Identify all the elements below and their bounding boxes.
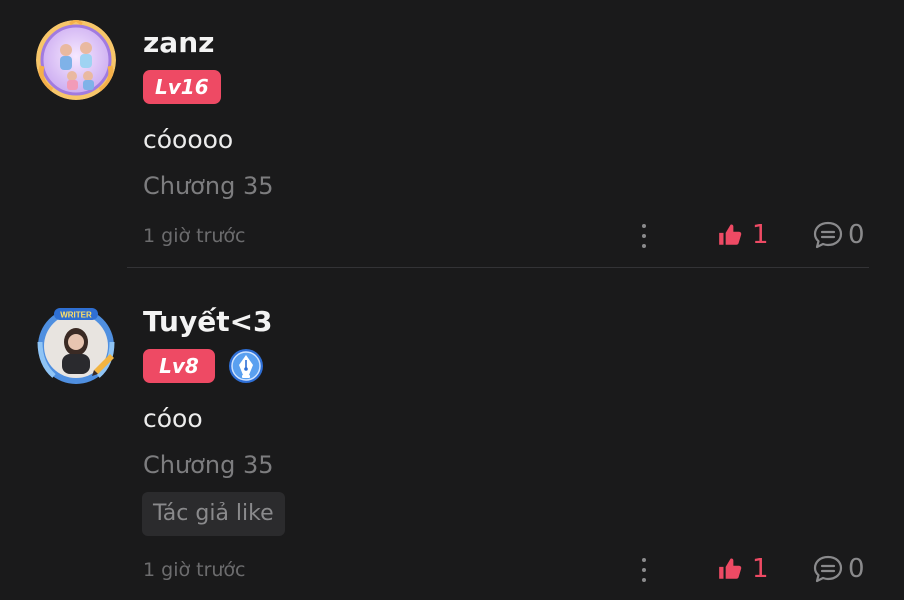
- avatar-image: WRITER: [37, 308, 115, 384]
- comment-list: zanz Lv16 cóoooo Chương 35 1 giờ trước 1…: [0, 0, 904, 600]
- author-like-badge: Tác giả like: [142, 492, 285, 536]
- username[interactable]: zanz: [143, 26, 214, 60]
- more-options-icon[interactable]: [640, 224, 648, 248]
- like-count: 1: [752, 220, 769, 250]
- comment-text: cóoooo: [143, 125, 234, 154]
- avatar[interactable]: WRITER: [34, 302, 118, 386]
- reply-button[interactable]: 0: [812, 220, 865, 250]
- thumbs-up-icon: [719, 224, 742, 245]
- avatar-image: [36, 20, 116, 100]
- username[interactable]: Tuyết<3: [143, 305, 273, 339]
- divider: [127, 267, 869, 268]
- pen-nib-icon: [229, 349, 263, 383]
- like-count: 1: [752, 554, 769, 584]
- like-button[interactable]: 1: [717, 554, 769, 584]
- thumbs-up-icon: [719, 558, 742, 579]
- comment-text: cóoo: [143, 404, 203, 433]
- reply-button[interactable]: 0: [812, 554, 865, 584]
- level-badge: Lv8: [143, 349, 215, 383]
- like-button[interactable]: 1: [717, 220, 769, 250]
- badge-row: Lv8: [143, 348, 264, 384]
- more-options-icon[interactable]: [640, 558, 648, 582]
- timestamp: 1 giờ trước: [143, 225, 246, 247]
- reply-count: 0: [848, 220, 865, 250]
- avatar[interactable]: [36, 20, 116, 100]
- level-badge: Lv16: [143, 70, 221, 104]
- comment-bubble-icon: [813, 221, 843, 249]
- chapter-label[interactable]: Chương 35: [143, 171, 273, 201]
- avatar-frame-text: WRITER: [60, 311, 92, 320]
- timestamp: 1 giờ trước: [143, 559, 246, 581]
- chapter-label[interactable]: Chương 35: [143, 450, 273, 480]
- reply-count: 0: [848, 554, 865, 584]
- badge-row: Lv16: [143, 70, 221, 104]
- comment-bubble-icon: [813, 555, 843, 583]
